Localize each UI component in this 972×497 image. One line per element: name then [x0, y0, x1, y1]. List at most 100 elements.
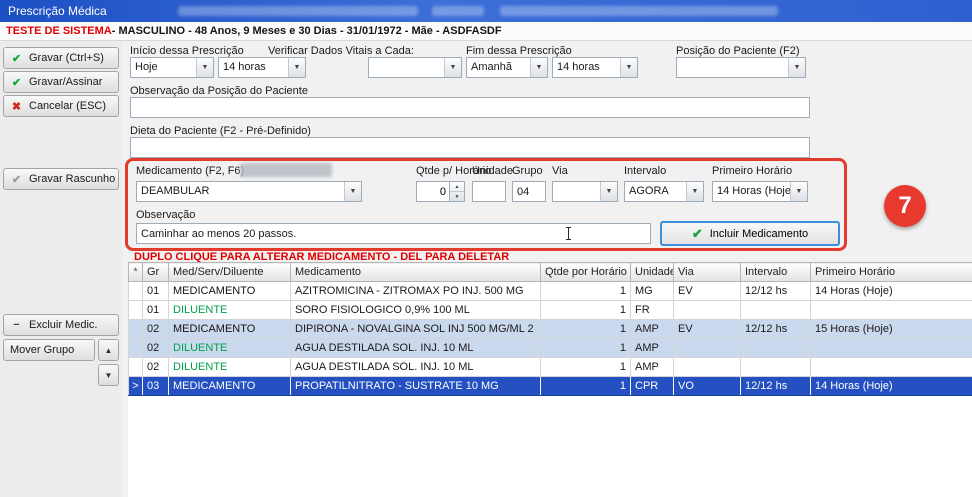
save-button[interactable]: ✔ Gravar (Ctrl+S) — [3, 47, 119, 69]
chevron-down-icon[interactable]: ▼ — [790, 182, 807, 201]
inicio-label: Início dessa Prescrição — [130, 45, 244, 57]
add-medication-button[interactable]: ✔ Incluir Medicamento — [660, 221, 840, 246]
table-row[interactable]: 01 DILUENTE SORO FISIOLOGICO 0,9% 100 ML… — [129, 301, 972, 320]
fim-date-select[interactable]: Amanhã ▼ — [466, 57, 548, 78]
via-select[interactable]: ▼ — [552, 181, 618, 202]
row-indicator: > — [129, 377, 143, 396]
save-draft-button[interactable]: ✔ Gravar Rascunho — [3, 168, 119, 190]
combo-value: DEAMBULAR — [137, 182, 344, 201]
observacao-input[interactable] — [136, 223, 651, 244]
cell-intervalo: 12/12 hs — [741, 320, 811, 339]
cancel-button[interactable]: ✖ Cancelar (ESC) — [3, 95, 119, 117]
annotation-number: 7 — [898, 192, 911, 220]
chevron-down-icon[interactable]: ▼ — [530, 58, 547, 77]
patient-details: - MASCULINO - 48 Anos, 9 Meses e 30 Dias… — [112, 25, 502, 37]
table-row[interactable]: 02 DILUENTE AGUA DESTILADA SOL. INJ. 10 … — [129, 358, 972, 377]
cell-unidade: AMP — [631, 339, 674, 358]
grupo-label: Grupo — [512, 165, 543, 177]
column-header-qtde[interactable]: Qtde por Horário — [541, 263, 631, 282]
grupo-input[interactable] — [512, 181, 546, 202]
combo-value — [553, 182, 600, 201]
inicio-date-select[interactable]: Hoje ▼ — [130, 57, 214, 78]
cell-unidade: AMP — [631, 320, 674, 339]
table-row[interactable]: 02 MEDICAMENTO DIPIRONA - NOVALGINA SOL … — [129, 320, 972, 339]
grid-empty-area — [128, 395, 972, 497]
inicio-time-select[interactable]: 14 horas ▼ — [218, 57, 306, 78]
unidade-label: Unidade — [472, 165, 513, 177]
row-indicator — [129, 282, 143, 301]
cell-via — [674, 358, 741, 377]
cell-medicamento: AGUA DESTILADA SOL. INJ. 10 ML — [291, 358, 541, 377]
chevron-down-icon[interactable]: ▼ — [686, 182, 703, 201]
spinner-up-icon[interactable]: ▲ — [450, 182, 464, 192]
chevron-down-icon[interactable]: ▼ — [344, 182, 361, 201]
intervalo-label: Intervalo — [624, 165, 666, 177]
column-header-medicamento[interactable]: Medicamento — [291, 263, 541, 282]
chevron-down-icon[interactable]: ▼ — [788, 58, 805, 77]
posicao-select[interactable]: ▼ — [676, 57, 806, 78]
table-row[interactable]: 01 MEDICAMENTO AZITROMICINA - ZITROMAX P… — [129, 282, 972, 301]
column-header-unidade[interactable]: Unidade — [631, 263, 674, 282]
row-indicator — [129, 320, 143, 339]
cell-via: EV — [674, 320, 741, 339]
check-icon: ✔ — [692, 226, 703, 242]
chevron-down-icon[interactable]: ▼ — [444, 58, 461, 77]
combo-value — [677, 58, 788, 77]
cell-gr: 02 — [143, 358, 169, 377]
dieta-input[interactable] — [130, 137, 810, 158]
cell-medicamento: AGUA DESTILADA SOL. INJ. 10 ML — [291, 339, 541, 358]
patient-name: TESTE DE SISTEMA — [6, 25, 112, 37]
move-group-button[interactable]: Mover Grupo — [3, 339, 95, 361]
qtde-input[interactable] — [416, 181, 449, 202]
window-title: Prescrição Médica — [8, 4, 107, 18]
quantity-stepper[interactable]: ▲ ▼ — [416, 181, 466, 202]
obs-posicao-input[interactable] — [130, 97, 810, 118]
cell-unidade: CPR — [631, 377, 674, 396]
primeiro-horario-label: Primeiro Horário — [712, 165, 792, 177]
move-group-up-button[interactable]: ▲ — [98, 339, 119, 361]
cell-tipo: DILUENTE — [169, 358, 291, 377]
verificar-select[interactable]: ▼ — [368, 57, 462, 78]
cell-qtde: 1 — [541, 377, 631, 396]
column-header-gr[interactable]: Gr — [143, 263, 169, 282]
table-row[interactable]: 02 DILUENTE AGUA DESTILADA SOL. INJ. 10 … — [129, 339, 972, 358]
cell-primeiro — [811, 339, 972, 358]
delete-medication-button[interactable]: − Excluir Medic. — [3, 314, 119, 336]
check-icon: ✔ — [10, 52, 23, 65]
chevron-down-icon[interactable]: ▼ — [288, 58, 305, 77]
move-group-down-button[interactable]: ▼ — [98, 364, 119, 386]
intervalo-select[interactable]: AGORA ▼ — [624, 181, 704, 202]
save-sign-button[interactable]: ✔ Gravar/Assinar — [3, 71, 119, 93]
chevron-down-icon[interactable]: ▼ — [600, 182, 617, 201]
column-header-tipo[interactable]: Med/Serv/Diluente — [169, 263, 291, 282]
save-draft-button-label: Gravar Rascunho — [29, 173, 115, 185]
fim-time-select[interactable]: 14 horas ▼ — [552, 57, 638, 78]
cell-primeiro: 14 Horas (Hoje) — [811, 282, 972, 301]
table-row[interactable]: > 03 MEDICAMENTO PROPATILNITRATO - SUSTR… — [129, 377, 972, 396]
column-header-via[interactable]: Via — [674, 263, 741, 282]
main-panel: Início dessa Prescrição Verificar Dados … — [122, 41, 972, 497]
dieta-label: Dieta do Paciente (F2 - Pré-Definido) — [130, 125, 311, 137]
medicamento-select[interactable]: DEAMBULAR ▼ — [136, 181, 362, 202]
column-header-intervalo[interactable]: Intervalo — [741, 263, 811, 282]
combo-value: AGORA — [625, 182, 686, 201]
cell-via — [674, 339, 741, 358]
column-header-primeiro[interactable]: Primeiro Horário — [811, 263, 972, 282]
cell-gr: 02 — [143, 320, 169, 339]
chevron-down-icon[interactable]: ▼ — [196, 58, 213, 77]
check-icon: ✔ — [10, 76, 23, 89]
cell-intervalo — [741, 358, 811, 377]
redacted-title-text — [178, 6, 418, 16]
chevron-down-icon[interactable]: ▼ — [620, 58, 637, 77]
save-button-label: Gravar (Ctrl+S) — [29, 52, 104, 64]
primeiro-horario-select[interactable]: 14 Horas (Hoje) ▼ — [712, 181, 808, 202]
cell-tipo: DILUENTE — [169, 301, 291, 320]
combo-value — [369, 58, 444, 77]
redacted-text — [240, 163, 332, 177]
cell-unidade: FR — [631, 301, 674, 320]
redacted-title-text — [500, 6, 778, 16]
spinner-down-icon[interactable]: ▼ — [450, 192, 464, 201]
unidade-input[interactable] — [472, 181, 506, 202]
patient-header: TESTE DE SISTEMA - MASCULINO - 48 Anos, … — [0, 22, 972, 41]
medicamento-label: Medicamento (F2, F6) — [136, 165, 244, 177]
